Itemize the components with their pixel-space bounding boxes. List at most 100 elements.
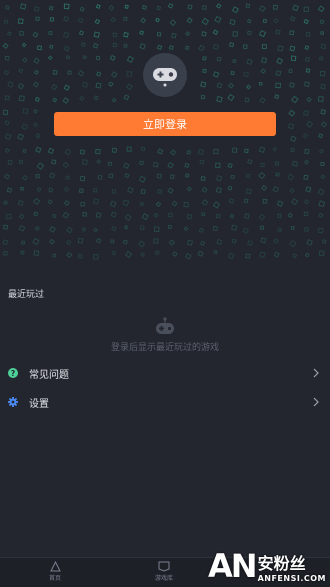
pattern-square bbox=[275, 172, 281, 177]
pattern-square bbox=[63, 84, 70, 91]
pattern-square bbox=[34, 96, 40, 102]
pattern-square bbox=[258, 213, 266, 221]
pattern-square bbox=[22, 148, 27, 154]
pattern-square bbox=[93, 254, 99, 260]
pattern-square bbox=[123, 94, 130, 101]
pattern-square bbox=[245, 253, 251, 259]
pattern-square bbox=[4, 55, 10, 61]
pattern-square bbox=[186, 186, 192, 192]
pattern-square bbox=[111, 147, 118, 153]
pattern-square bbox=[47, 147, 55, 155]
pattern-square bbox=[66, 55, 71, 60]
pattern-square bbox=[198, 148, 205, 155]
pattern-square bbox=[304, 45, 310, 51]
menu-item-faq[interactable]: ? 常见问题 bbox=[0, 362, 330, 384]
gear-icon bbox=[8, 397, 18, 407]
pattern-square bbox=[4, 19, 8, 24]
pattern-square bbox=[95, 237, 102, 244]
pattern-square bbox=[227, 93, 235, 102]
pattern-square bbox=[19, 31, 24, 36]
pattern-square bbox=[288, 109, 296, 117]
pattern-square bbox=[292, 253, 298, 259]
pattern-square bbox=[52, 253, 57, 258]
pattern-square bbox=[48, 187, 54, 193]
pattern-square bbox=[289, 239, 297, 248]
pattern-square bbox=[212, 225, 218, 232]
pattern-square bbox=[66, 226, 73, 234]
pattern-square bbox=[63, 45, 70, 52]
pattern-square bbox=[21, 123, 28, 130]
pattern-square bbox=[140, 17, 147, 24]
pattern-square bbox=[67, 70, 72, 75]
pattern-square bbox=[259, 97, 266, 104]
pattern-square bbox=[289, 187, 295, 194]
pattern-square bbox=[185, 173, 190, 178]
pattern-square bbox=[155, 17, 160, 23]
pattern-square bbox=[108, 173, 114, 179]
pattern-square bbox=[124, 4, 129, 9]
pattern-square bbox=[108, 5, 115, 11]
pattern-square bbox=[289, 45, 296, 52]
pattern-square bbox=[50, 83, 58, 91]
pattern-square bbox=[138, 240, 146, 248]
pattern-square bbox=[242, 227, 249, 234]
pattern-square bbox=[274, 94, 280, 100]
pattern-square bbox=[123, 224, 129, 230]
pattern-square bbox=[261, 44, 267, 50]
pattern-square bbox=[319, 148, 325, 154]
avatar[interactable] bbox=[143, 53, 187, 97]
pattern-square bbox=[320, 83, 326, 90]
tab-home[interactable]: 首页 bbox=[30, 561, 80, 582]
pattern-square bbox=[4, 147, 10, 154]
pattern-square bbox=[82, 159, 88, 165]
pattern-square bbox=[304, 252, 310, 258]
watermark-logo: AN 安粉丝 ANFENSI.COM bbox=[208, 547, 326, 585]
pattern-square bbox=[169, 19, 177, 26]
pattern-square bbox=[7, 160, 13, 165]
pattern-square bbox=[277, 227, 282, 233]
login-button[interactable]: 立即登录 bbox=[54, 112, 276, 136]
empty-state-text: 登录后显示最近玩过的游戏 bbox=[110, 343, 219, 353]
pattern-square bbox=[167, 224, 172, 229]
pattern-square bbox=[155, 201, 162, 208]
pattern-square bbox=[126, 83, 133, 91]
tab-library[interactable]: 游戏库 bbox=[139, 561, 189, 582]
pattern-square bbox=[22, 174, 28, 181]
pattern-square bbox=[230, 71, 235, 76]
pattern-square bbox=[215, 187, 222, 193]
pattern-square bbox=[201, 186, 208, 193]
pattern-square bbox=[95, 149, 101, 155]
pattern-square bbox=[4, 95, 10, 101]
pattern-square bbox=[212, 29, 219, 36]
pattern-square bbox=[139, 225, 145, 231]
pattern-square bbox=[212, 43, 220, 50]
pattern-square bbox=[79, 175, 86, 182]
pattern-square bbox=[200, 81, 207, 88]
pattern-square bbox=[303, 174, 309, 180]
pattern-square bbox=[306, 96, 312, 103]
pattern-square bbox=[262, 198, 268, 204]
pattern-square bbox=[186, 150, 191, 155]
pattern-square bbox=[318, 250, 325, 256]
pattern-square bbox=[62, 97, 70, 104]
pattern-square bbox=[111, 189, 117, 194]
pattern-square bbox=[95, 212, 102, 219]
pattern-square bbox=[49, 172, 56, 179]
pattern-square bbox=[140, 189, 146, 195]
pattern-square bbox=[183, 201, 189, 208]
menu-item-settings[interactable]: 设置 bbox=[0, 391, 330, 413]
gamepad-icon bbox=[153, 68, 177, 87]
watermark-logo-text: AN bbox=[208, 547, 258, 585]
pattern-square bbox=[274, 161, 280, 166]
pattern-square bbox=[93, 31, 100, 38]
home-icon bbox=[49, 561, 61, 572]
pattern-square bbox=[287, 123, 295, 130]
pattern-square bbox=[122, 239, 128, 245]
pattern-square bbox=[262, 18, 267, 24]
pattern-square bbox=[51, 159, 57, 165]
pattern-square bbox=[273, 251, 280, 258]
pattern-square bbox=[201, 31, 207, 37]
pattern-square bbox=[303, 6, 309, 12]
pattern-square bbox=[184, 162, 190, 168]
pattern-square bbox=[258, 171, 266, 180]
